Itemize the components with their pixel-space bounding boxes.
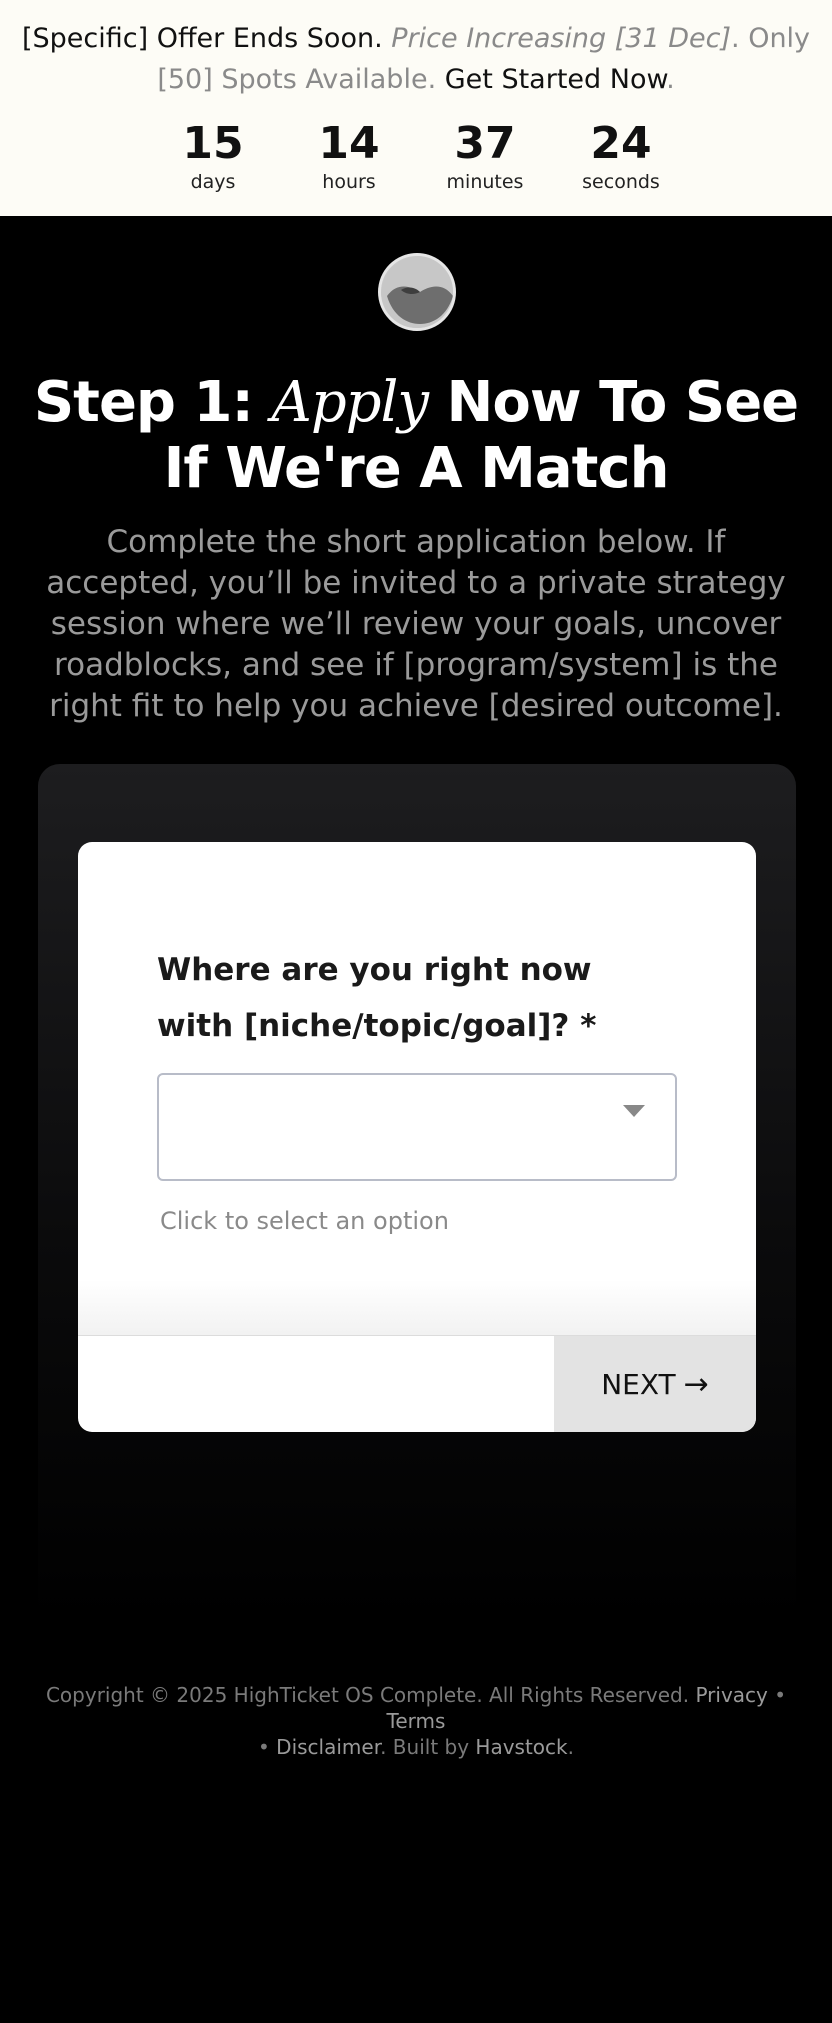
countdown-hours: 14 hours — [289, 118, 409, 194]
select-hint: Click to select an option — [160, 1207, 449, 1235]
countdown-label: seconds — [582, 171, 660, 193]
disclaimer-link[interactable]: Disclaimer — [276, 1735, 380, 1759]
countdown-label: minutes — [446, 171, 524, 193]
countdown-value: 15 — [182, 118, 244, 169]
arrow-right-icon: → — [683, 1367, 709, 1402]
next-button[interactable]: NEXT → — [554, 1336, 756, 1432]
get-started-link[interactable]: Get Started Now — [445, 64, 666, 95]
brand-logo-icon — [378, 253, 456, 331]
progress-select-dropdown[interactable] — [157, 1073, 677, 1181]
footer-period: . — [567, 1735, 574, 1759]
builder-link[interactable]: Havstock — [475, 1735, 567, 1759]
built-by-text: . Built by — [380, 1735, 476, 1759]
countdown-value: 14 — [318, 118, 380, 169]
privacy-link[interactable]: Privacy — [695, 1683, 767, 1707]
cta-period: . — [666, 64, 675, 95]
next-button-label: NEXT — [601, 1368, 676, 1401]
title-script-word: Apply — [271, 370, 429, 435]
countdown-value: 24 — [590, 118, 652, 169]
countdown-label: hours — [322, 171, 376, 193]
page-description: Complete the short application below. If… — [46, 524, 786, 724]
countdown-seconds: 24 seconds — [561, 118, 681, 194]
footer-separator: • — [767, 1683, 787, 1707]
footer-separator: • — [258, 1735, 277, 1759]
countdown-label: days — [190, 171, 236, 193]
page-title: Step 1: Apply Now To See If We're A Matc… — [30, 370, 802, 502]
countdown-value: 37 — [454, 118, 516, 169]
offer-headline: [Specific] Offer Ends Soon. — [21, 23, 383, 54]
application-form: Where are you right now with [niche/topi… — [78, 842, 756, 1432]
countdown-days: 15 days — [153, 118, 273, 194]
countdown-timer: 15 days 14 hours 37 minutes 24 seconds — [0, 118, 832, 208]
form-footer: NEXT → — [78, 1335, 756, 1432]
copyright-text: Copyright © 2025 HighTicket OS Complete.… — [45, 1683, 690, 1707]
countdown-banner: [Specific] Offer Ends Soon. Price Increa… — [0, 0, 832, 216]
price-increase-text: Price Increasing [31 Dec] — [391, 23, 732, 54]
offer-text: [Specific] Offer Ends Soon. Price Increa… — [20, 18, 812, 100]
countdown-minutes: 37 minutes — [425, 118, 545, 194]
question-label: Where are you right now with [niche/topi… — [157, 952, 597, 1044]
page-footer: Copyright © 2025 HighTicket OS Complete.… — [30, 1682, 802, 1760]
chevron-down-icon — [623, 1105, 645, 1117]
form-fade — [78, 1280, 756, 1336]
terms-link[interactable]: Terms — [387, 1709, 446, 1733]
title-prefix: Step 1: — [33, 370, 272, 435]
